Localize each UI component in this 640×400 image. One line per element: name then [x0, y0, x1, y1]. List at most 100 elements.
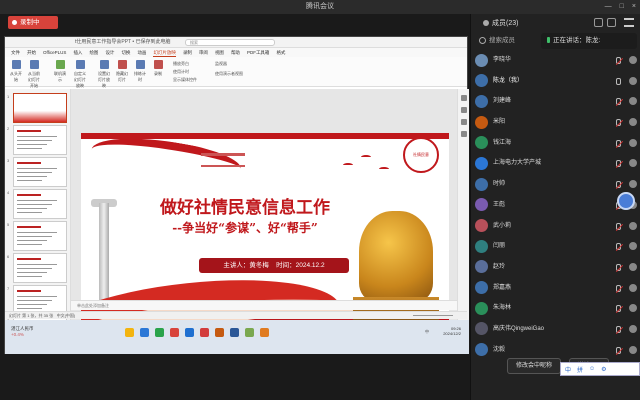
ime-button[interactable]: 中 [565, 365, 571, 374]
from-current-button[interactable]: 从当前幻灯片开始 [27, 60, 41, 89]
online-present-button[interactable]: 联机演示 [53, 60, 67, 83]
maximize-button[interactable]: □ [620, 0, 624, 14]
mic-muted-icon[interactable] [616, 119, 621, 127]
recording-badge[interactable]: 录制中 [8, 16, 58, 29]
comment-icon[interactable] [460, 107, 467, 113]
ppt-menu-item[interactable]: 录制 [183, 48, 192, 57]
zoom-slider[interactable] [413, 315, 453, 316]
mic-muted-icon[interactable] [616, 263, 621, 271]
design-icon[interactable] [460, 95, 467, 101]
taskbar-app-icon[interactable] [170, 328, 179, 337]
slide-thumbnail[interactable]: 3 [7, 157, 67, 187]
member-row[interactable]: 武小莉 [471, 216, 640, 237]
popout-icon[interactable] [607, 18, 616, 27]
member-search-input[interactable]: 搜索成员 [477, 34, 537, 48]
ppt-menu-item[interactable]: 幻灯片放映 [153, 48, 176, 57]
rename-button[interactable]: 修改会中昵称 [507, 358, 562, 374]
check-presenter-view[interactable]: 使用演示者视图 [215, 71, 243, 77]
slide-thumbnail[interactable]: 5 [7, 221, 67, 251]
taskbar-app-icon[interactable] [200, 328, 209, 337]
taskbar-app-icon[interactable] [185, 328, 194, 337]
mic-muted-icon[interactable] [616, 284, 621, 292]
member-row[interactable]: 李晓华 [471, 50, 640, 71]
slide-thumbnail[interactable]: 2 [7, 125, 67, 155]
taskbar-app-icon[interactable] [155, 328, 164, 337]
mic-muted-icon[interactable] [616, 57, 621, 64]
minimize-button[interactable]: — [605, 0, 612, 14]
thumbnail-number: 2 [7, 126, 10, 131]
taskbar-app-icon[interactable] [230, 328, 239, 337]
mic-muted-icon[interactable] [616, 98, 621, 106]
member-row[interactable]: 钱江海 [471, 133, 640, 154]
taskbar-clock[interactable]: 09:26 2024/12/2 [443, 326, 461, 336]
member-row[interactable]: 赵玲 [471, 257, 640, 278]
member-row[interactable]: 陈龙（我） [471, 71, 640, 92]
rehearse-button[interactable]: 排练计时 [133, 60, 147, 83]
floating-assistant-icon[interactable] [617, 192, 635, 210]
ppt-menu-item[interactable]: 设计 [105, 48, 114, 57]
taskbar-app-icon[interactable] [260, 328, 269, 337]
ime-button[interactable]: ☺ [589, 366, 595, 372]
member-row[interactable]: 朱海林 [471, 298, 640, 319]
ime-button[interactable]: ⚙ [601, 366, 606, 373]
taskbar-app-icon[interactable] [140, 328, 149, 337]
ppt-menu-item[interactable]: 切换 [121, 48, 130, 57]
member-row[interactable]: 郑嘉燕 [471, 278, 640, 299]
window-icon[interactable] [594, 18, 603, 27]
member-row[interactable]: 米阳 [471, 112, 640, 133]
share-icon[interactable] [460, 119, 467, 125]
hide-slide-button[interactable]: 隐藏幻灯片 [115, 60, 129, 83]
mic-muted-icon[interactable] [616, 243, 621, 251]
ppt-menu-item[interactable]: 格式 [276, 48, 285, 57]
mic-muted-icon[interactable] [616, 160, 621, 168]
mic-muted-icon[interactable] [616, 305, 621, 313]
member-name: 朱海林 [493, 305, 512, 312]
member-row[interactable]: 时帅 [471, 174, 640, 195]
ppt-menu-item[interactable]: PDF工具箱 [247, 48, 270, 57]
close-button[interactable]: × [632, 0, 636, 14]
ppt-menu-item[interactable]: 开始 [27, 48, 36, 57]
check-timing[interactable]: 使用计时 [173, 69, 189, 75]
avatar [475, 156, 488, 170]
ppt-menu-item[interactable]: OfficePLUS [43, 48, 66, 57]
ime-button[interactable]: 拼 [577, 365, 583, 374]
slide-thumbnail[interactable]: 4 [7, 189, 67, 219]
slide-thumbnail[interactable]: 1 [7, 93, 67, 123]
custom-show-button[interactable]: 自定义幻灯片放映 [73, 60, 87, 89]
avatar [475, 94, 488, 108]
notes-pane[interactable]: 单击此处添加备注 [71, 300, 457, 310]
format-icon[interactable] [460, 131, 467, 137]
ppt-menu-item[interactable]: 动画 [137, 48, 146, 57]
member-row[interactable]: 上海电力大学产城 [471, 153, 640, 174]
ime-tray[interactable]: 中 [425, 329, 429, 335]
mic-icon[interactable] [616, 77, 621, 85]
mic-muted-icon[interactable] [616, 139, 621, 147]
check-narration[interactable]: 播放旁白 [173, 61, 189, 67]
member-row[interactable]: 闫丽 [471, 236, 640, 257]
ppt-menu-item[interactable]: 插入 [73, 48, 82, 57]
slide-thumbnail[interactable]: 6 [7, 253, 67, 283]
check-media[interactable]: 显示媒体控件 [173, 77, 197, 83]
ppt-search[interactable]: 搜索 [185, 39, 275, 46]
record-button[interactable]: 录制 [151, 60, 165, 77]
stock-widget[interactable]: 湛江人民币 +0.4% [11, 326, 34, 337]
taskbar-app-icon[interactable] [245, 328, 254, 337]
member-row[interactable]: 刘建峰 [471, 91, 640, 112]
mic-muted-icon[interactable] [616, 346, 621, 354]
mic-muted-icon[interactable] [616, 325, 621, 333]
menu-icon[interactable] [624, 18, 634, 27]
ppt-menu-item[interactable]: 审阅 [199, 48, 208, 57]
ppt-menu-item[interactable]: 文件 [11, 48, 20, 57]
monitor-select[interactable]: 监视器 [215, 61, 227, 67]
member-row[interactable]: 高庆伟QingweiGao [471, 319, 640, 340]
member-row[interactable]: 王彪 [471, 195, 640, 216]
ppt-menu-item[interactable]: 视图 [215, 48, 224, 57]
taskbar-app-icon[interactable] [125, 328, 134, 337]
ppt-menu-item[interactable]: 绘图 [89, 48, 98, 57]
mic-muted-icon[interactable] [616, 222, 621, 230]
mic-muted-icon[interactable] [616, 181, 621, 189]
setup-show-button[interactable]: 设置幻灯片放映 [97, 60, 111, 89]
ppt-menu-item[interactable]: 帮助 [231, 48, 240, 57]
from-start-button[interactable]: 从头开始 [9, 60, 23, 83]
taskbar-app-icon[interactable] [215, 328, 224, 337]
